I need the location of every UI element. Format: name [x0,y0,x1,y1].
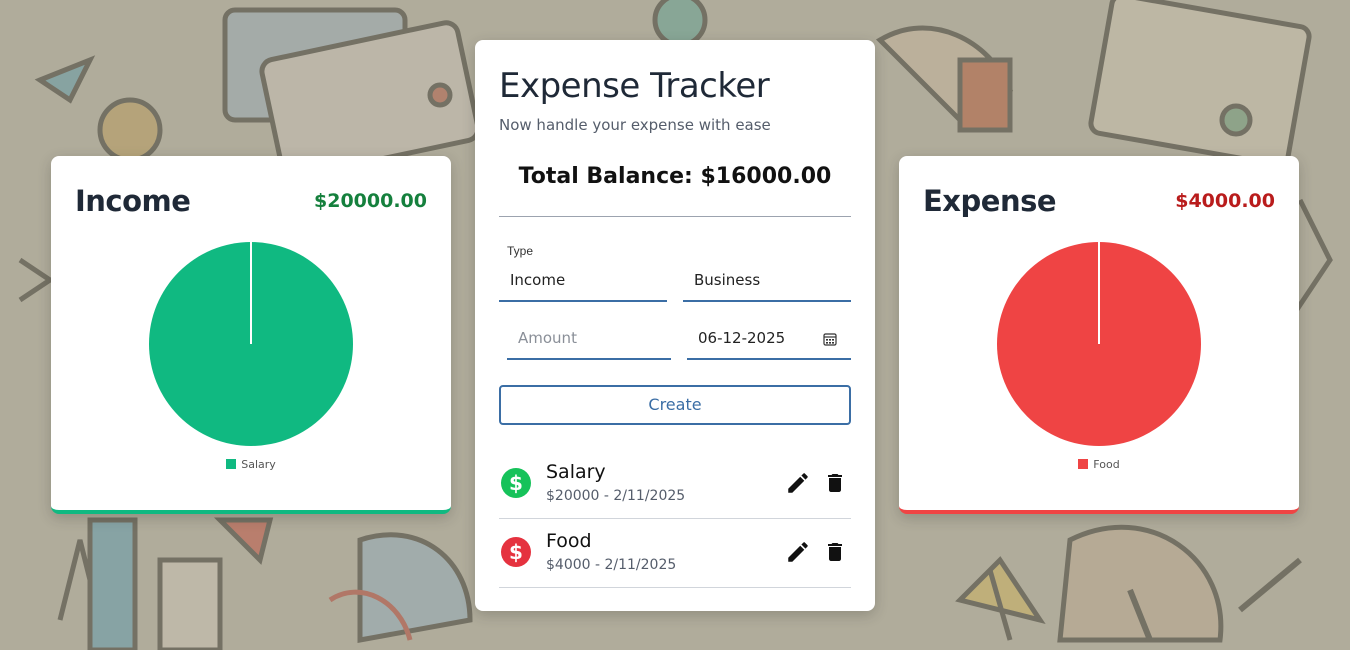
legend-label-salary: Salary [241,458,276,471]
transaction-name: Salary [546,461,606,483]
transaction-item: $ Food $4000 - 2/11/2025 [499,519,851,588]
edit-icon[interactable] [785,470,811,496]
dollar-circle-icon: $ [501,537,531,567]
income-amount: $20000.00 [314,190,427,212]
calendar-icon[interactable] [823,332,837,346]
legend-label-food: Food [1093,458,1120,471]
expense-amount: $4000.00 [1175,190,1275,212]
svg-text:$: $ [509,471,523,495]
transaction-detail: $20000 - 2/11/2025 [546,488,686,504]
expense-card: Expense $4000.00 Food [899,156,1299,514]
category-select[interactable]: Business [683,266,851,302]
transaction-name: Food [546,530,592,552]
divider [499,216,851,217]
type-label: Type [507,244,534,258]
expense-legend[interactable]: Food [899,458,1299,471]
delete-icon[interactable] [823,470,847,496]
date-input[interactable]: 06-12-2025 [687,324,851,360]
legend-swatch-salary [226,459,237,469]
expense-title: Expense [923,184,1057,218]
total-balance: Total Balance: $16000.00 [518,164,832,189]
dollar-circle-icon: $ [501,468,531,498]
transaction-item: $ Salary $20000 - 2/11/2025 [499,450,851,519]
expense-tracker-panel: Expense Tracker Now handle your expense … [475,40,875,611]
app-subtitle: Now handle your expense with ease [499,116,771,134]
income-card: Income $20000.00 Salary [51,156,451,514]
transaction-detail: $4000 - 2/11/2025 [546,557,677,573]
svg-text:$: $ [509,540,523,564]
income-title: Income [75,184,191,218]
type-select[interactable]: Income [499,266,667,302]
edit-icon[interactable] [785,539,811,565]
expense-pie-chart [997,242,1201,446]
create-button[interactable]: Create [499,385,851,425]
income-pie-chart [149,242,353,446]
amount-input[interactable]: Amount [507,324,671,360]
date-value: 06-12-2025 [698,329,786,347]
delete-icon[interactable] [823,539,847,565]
legend-swatch-food [1078,459,1089,469]
income-legend[interactable]: Salary [51,458,451,471]
app-title: Expense Tracker [499,66,770,106]
